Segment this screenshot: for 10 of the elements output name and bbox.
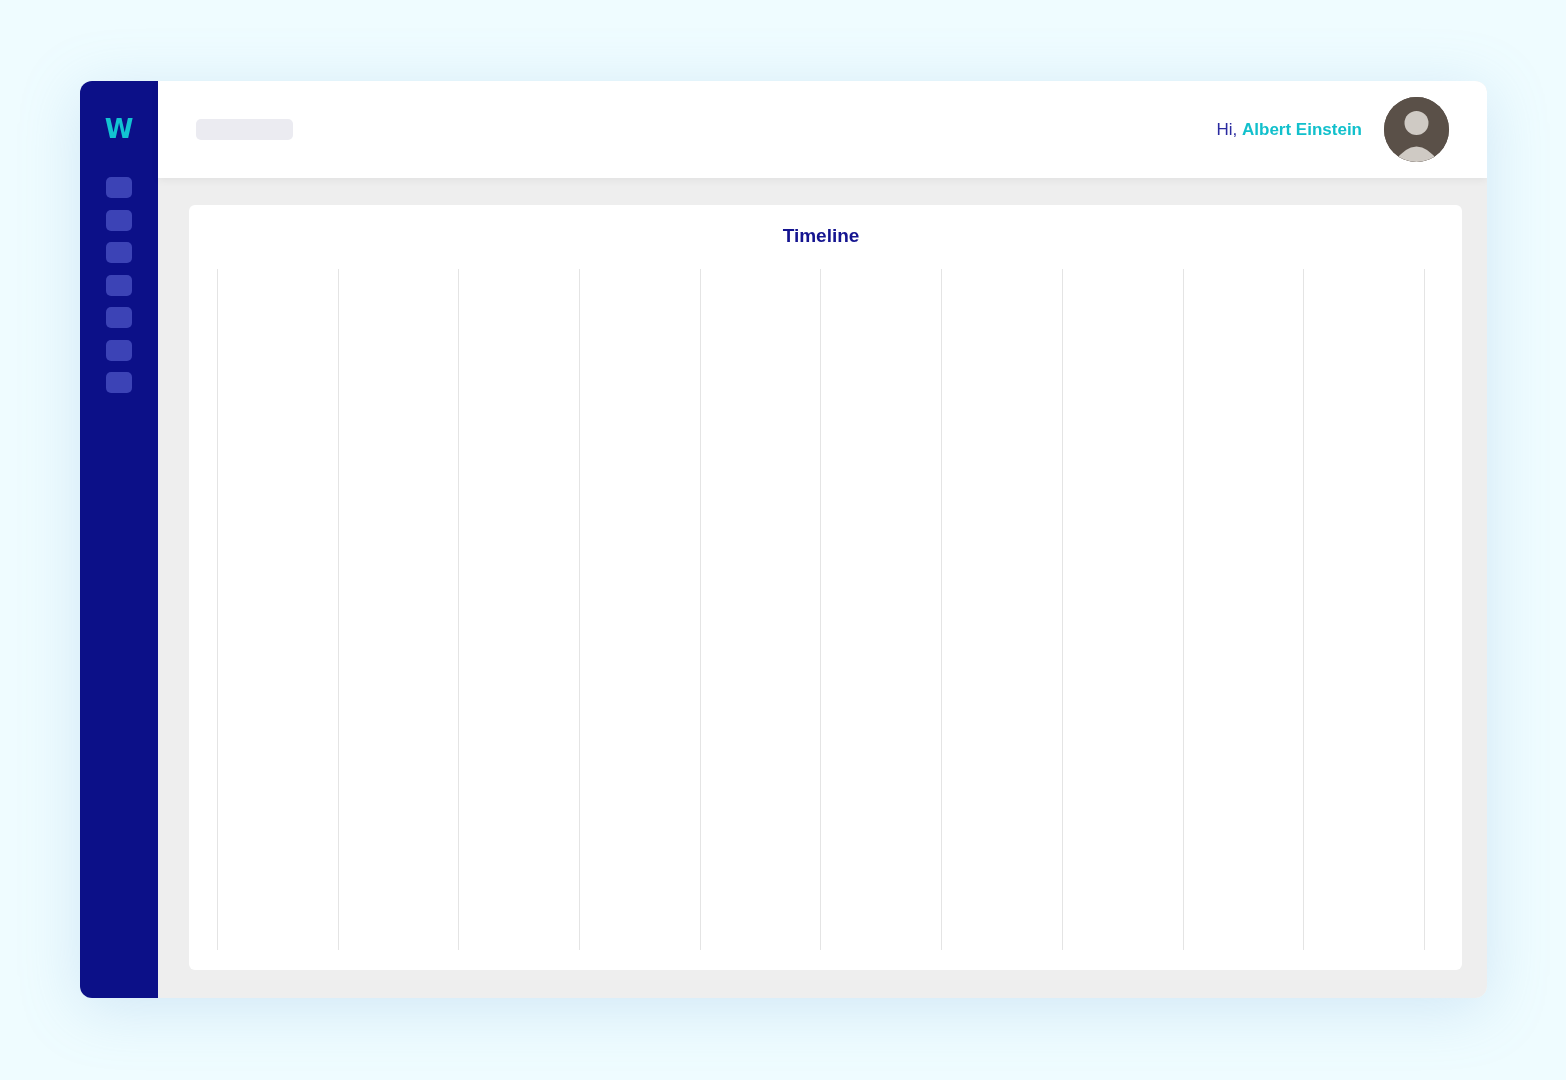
nav-placeholder[interactable] [106,339,132,361]
nav-placeholder[interactable] [106,274,132,296]
nav-placeholder[interactable] [106,242,132,263]
greeting: Hi, Albert Einstein [1216,119,1362,140]
nav-placeholder[interactable] [106,209,132,231]
timeline-title: Timeline [782,225,860,247]
nav-placeholder[interactable] [106,307,132,328]
nav-placeholder[interactable] [106,177,132,198]
nav-placeholder[interactable] [106,372,132,393]
logo: W [104,113,134,146]
